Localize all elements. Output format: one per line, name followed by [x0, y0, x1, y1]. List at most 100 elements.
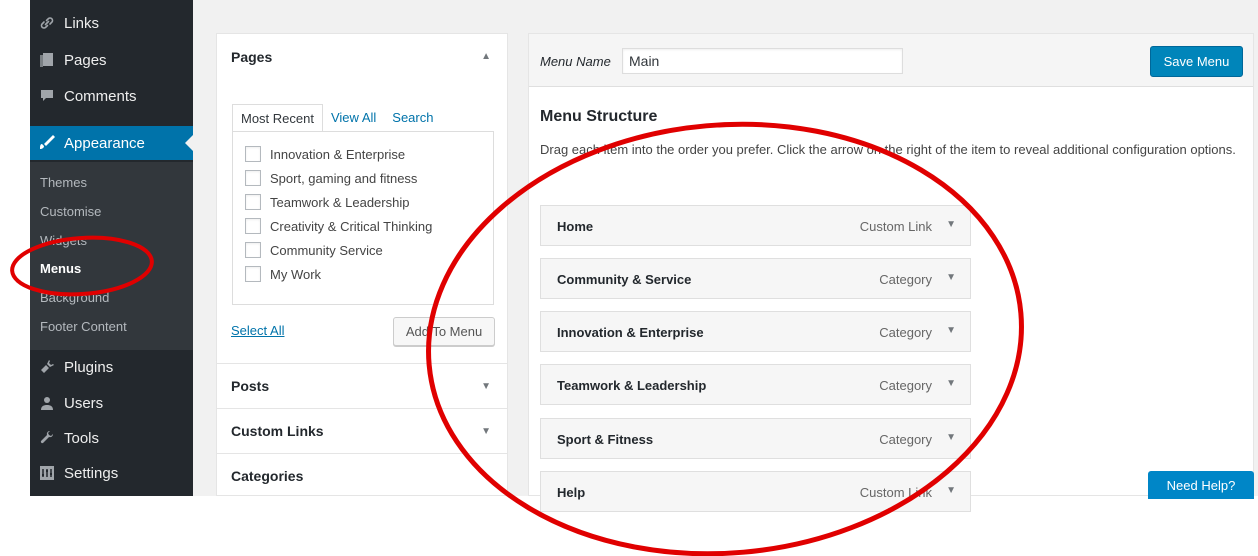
- tools-icon: [37, 428, 57, 448]
- page-checkbox-item[interactable]: Community Service: [245, 242, 383, 258]
- submenu-item-themes[interactable]: Themes: [40, 175, 87, 190]
- menu-item[interactable]: Sport & Fitness Category ▼: [540, 418, 971, 459]
- menu-item-title: Sport & Fitness: [557, 432, 654, 447]
- submenu-item-menus[interactable]: Menus: [40, 261, 81, 276]
- menu-item-type: Category: [879, 432, 932, 447]
- menu-item-title: Community & Service: [557, 272, 692, 287]
- menu-name-value: Main: [629, 53, 660, 69]
- menu-item-type: Category: [879, 325, 932, 340]
- collapse-arrow-icon[interactable]: ▲: [481, 51, 491, 62]
- sidebar-item-label: Tools: [64, 429, 100, 447]
- submenu-item-widgets[interactable]: Widgets: [40, 233, 87, 248]
- page-label: Sport, gaming and fitness: [270, 170, 418, 186]
- submenu-item-footer-content[interactable]: Footer Content: [40, 319, 127, 334]
- divider: [217, 408, 507, 409]
- menu-item[interactable]: Teamwork & Leadership Category ▼: [540, 364, 971, 405]
- tab-most-recent[interactable]: Most Recent: [232, 104, 323, 133]
- page-checkbox-item[interactable]: Innovation & Enterprise: [245, 146, 405, 162]
- menu-item-type: Custom Link: [859, 219, 932, 234]
- tab-search[interactable]: Search: [384, 104, 441, 133]
- menu-item-type: Custom Link: [859, 485, 932, 500]
- sidebar-item-comments[interactable]: Comments: [30, 79, 193, 113]
- page-label: Teamwork & Leadership: [270, 194, 410, 210]
- select-all-link[interactable]: Select All: [231, 323, 284, 338]
- menu-name-input[interactable]: Main: [622, 48, 903, 74]
- menu-editor: Menu Name Main Save Menu Menu Structure …: [528, 33, 1254, 512]
- link-icon: [37, 13, 57, 33]
- sidebar-item-appearance[interactable]: Appearance: [30, 126, 193, 160]
- add-to-menu-button[interactable]: Add To Menu: [393, 317, 495, 346]
- menu-item[interactable]: Home Custom Link ▼: [540, 205, 971, 246]
- menu-item-title: Help: [557, 485, 586, 500]
- menu-item-title: Innovation & Enterprise: [557, 325, 704, 340]
- menu-item-title: Home: [557, 219, 594, 234]
- pages-tabs: Most Recent View All Search: [232, 104, 441, 133]
- page-label: Innovation & Enterprise: [270, 146, 406, 162]
- menu-item[interactable]: Innovation & Enterprise Category ▼: [540, 311, 971, 352]
- menu-item-type: Category: [879, 378, 932, 393]
- expand-arrow-icon[interactable]: ▼: [946, 378, 956, 389]
- checkbox[interactable]: [245, 218, 261, 234]
- admin-sidebar: Links Pages Comments Appearance Themes C…: [30, 0, 193, 496]
- categories-section-title[interactable]: Categories: [231, 468, 303, 484]
- page-label: Creativity & Critical Thinking: [270, 218, 433, 234]
- menu-item-title: Teamwork & Leadership: [557, 378, 707, 393]
- page-label: My Work: [270, 266, 322, 282]
- menu-item-type: Category: [879, 272, 932, 287]
- checkbox[interactable]: [245, 194, 261, 210]
- active-indicator: [185, 135, 193, 151]
- comments-icon: [37, 86, 57, 106]
- expand-arrow-icon[interactable]: ▼: [946, 325, 956, 336]
- settings-icon: [37, 463, 57, 483]
- menu-editor-header: Menu Name Main Save Menu: [529, 34, 1253, 87]
- screenshot-page: Links Pages Comments Appearance Themes C…: [0, 0, 1258, 556]
- menu-structure-title: Menu Structure: [540, 108, 658, 125]
- sidebar-item-label: Comments: [64, 87, 137, 105]
- checkbox[interactable]: [245, 242, 261, 258]
- page-checkbox-item[interactable]: Teamwork & Leadership: [245, 194, 409, 210]
- appearance-brush-icon: [37, 133, 57, 153]
- sidebar-item-tools[interactable]: Tools: [30, 421, 193, 455]
- sidebar-item-plugins[interactable]: Plugins: [30, 350, 193, 384]
- sidebar-item-label: Users: [64, 394, 104, 412]
- page-label: Community Service: [270, 242, 383, 258]
- expand-arrow-icon[interactable]: ▼: [946, 219, 956, 230]
- save-menu-button[interactable]: Save Menu: [1150, 46, 1243, 77]
- custom-links-section-title[interactable]: Custom Links: [231, 423, 324, 439]
- checkbox[interactable]: [245, 170, 261, 186]
- expand-arrow-icon[interactable]: ▼: [481, 426, 491, 437]
- page-checkbox-item[interactable]: Creativity & Critical Thinking: [245, 218, 432, 234]
- checkbox[interactable]: [245, 146, 261, 162]
- posts-section-title[interactable]: Posts: [231, 378, 269, 394]
- pages-icon: [37, 50, 57, 70]
- submenu-item-customise[interactable]: Customise: [40, 204, 101, 219]
- need-help-button[interactable]: Need Help?: [1148, 471, 1254, 499]
- expand-arrow-icon[interactable]: ▼: [946, 432, 956, 443]
- checkbox[interactable]: [245, 266, 261, 282]
- sidebar-item-settings[interactable]: Settings: [30, 456, 193, 490]
- add-menu-items-panel: Pages ▲ Most Recent View All Search Inno…: [216, 33, 508, 496]
- sidebar-item-links[interactable]: Links: [30, 6, 193, 40]
- expand-arrow-icon[interactable]: ▼: [481, 381, 491, 392]
- divider: [217, 453, 507, 454]
- divider: [217, 363, 507, 364]
- sidebar-item-label: Settings: [64, 464, 119, 482]
- expand-arrow-icon[interactable]: ▼: [946, 272, 956, 283]
- page-checkbox-item[interactable]: Sport, gaming and fitness: [245, 170, 417, 186]
- menu-item[interactable]: Community & Service Category ▼: [540, 258, 971, 299]
- menu-item[interactable]: Help Custom Link ▼: [540, 471, 971, 512]
- sidebar-item-label: Links: [64, 14, 100, 32]
- plugins-icon: [37, 357, 57, 377]
- pages-checklist: Innovation & Enterprise Sport, gaming an…: [232, 131, 494, 305]
- tab-view-all[interactable]: View All: [323, 104, 384, 133]
- users-icon: [37, 393, 57, 413]
- sidebar-item-label: Pages: [64, 51, 107, 69]
- sidebar-item-label: Appearance: [64, 134, 145, 152]
- sidebar-item-users[interactable]: Users: [30, 386, 193, 420]
- pages-section-title[interactable]: Pages: [231, 49, 272, 65]
- sidebar-item-pages[interactable]: Pages: [30, 43, 193, 77]
- submenu-item-background[interactable]: Background: [40, 290, 109, 305]
- page-checkbox-item[interactable]: My Work: [245, 266, 321, 282]
- expand-arrow-icon[interactable]: ▼: [946, 485, 956, 496]
- appearance-submenu: Themes Customise Widgets Menus Backgroun…: [30, 162, 193, 350]
